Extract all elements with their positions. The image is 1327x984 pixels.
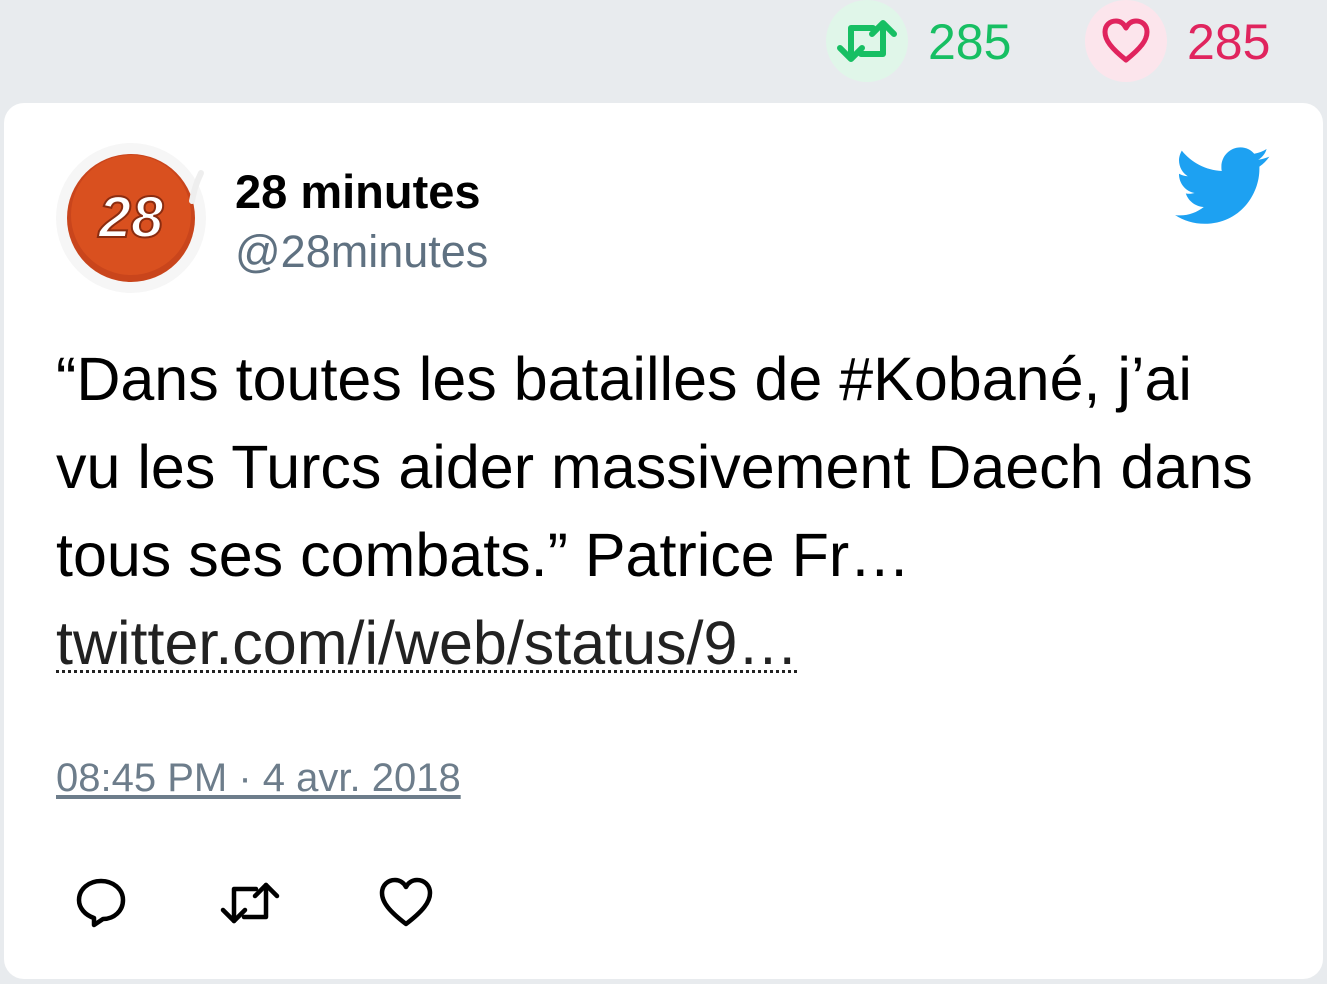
- reply-icon[interactable]: [74, 875, 130, 931]
- retweet-action-icon[interactable]: [216, 875, 284, 931]
- heart-icon: [1102, 18, 1150, 63]
- twitter-bird-icon[interactable]: [1174, 147, 1272, 227]
- tweet-timestamp[interactable]: 08:45 PM · 4 avr. 2018: [56, 755, 461, 801]
- avatar[interactable]: 28: [56, 143, 206, 293]
- like-action-icon[interactable]: [377, 875, 435, 931]
- tweet-link[interactable]: twitter.com/i/web/status/9…: [56, 609, 798, 677]
- retweet-icon: [837, 20, 897, 62]
- author-display-name[interactable]: 28 minutes: [235, 165, 481, 219]
- like-stat-button[interactable]: [1085, 0, 1167, 82]
- retweet-count: 285: [928, 14, 1012, 70]
- avatar-logo-icon: 28: [67, 154, 204, 282]
- tweet-body: “Dans toutes les batailles de #Kobané, j…: [56, 345, 1253, 589]
- avatar-text: 28: [98, 185, 164, 250]
- tweet-text: “Dans toutes les batailles de #Kobané, j…: [56, 335, 1271, 687]
- author-handle[interactable]: @28minutes: [235, 226, 488, 278]
- tweet-card: 28 28 minutes @28minutes “Dans toutes le…: [4, 103, 1323, 979]
- retweet-stat-button[interactable]: [826, 0, 908, 82]
- like-count: 285: [1187, 14, 1271, 70]
- engagement-stats: 285 285: [0, 0, 1327, 100]
